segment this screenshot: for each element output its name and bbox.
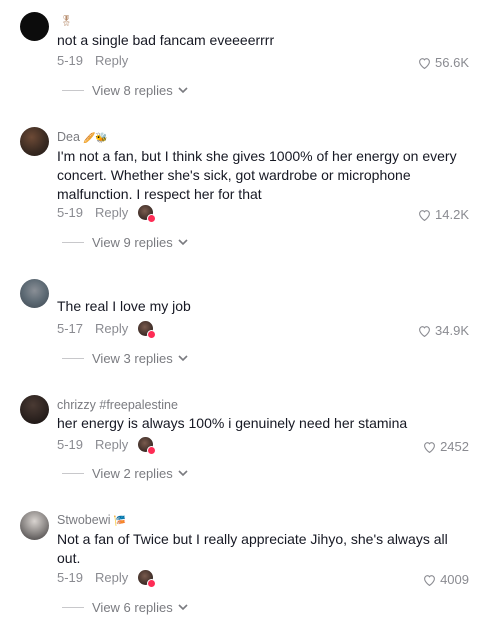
comment-date: 5-19 (57, 205, 84, 220)
like-button[interactable]: 56.6K (418, 55, 469, 70)
heart-outline-icon (419, 209, 430, 221)
comment-meta: 5-19 Reply (57, 205, 157, 223)
reply-button[interactable]: Reply (95, 321, 128, 336)
user-badge-icon: 🎏 (113, 516, 126, 527)
avatar[interactable] (20, 127, 49, 156)
avatar[interactable] (20, 395, 49, 424)
heart-outline-icon (424, 574, 435, 586)
reply-button[interactable]: Reply (95, 437, 128, 452)
view-replies-button[interactable]: View 8 replies (62, 83, 188, 98)
like-count: 14.2K (435, 207, 469, 222)
reply-button[interactable]: Reply (95, 53, 128, 68)
comment-text: Not a fan of Twice but I really apprecia… (57, 531, 448, 566)
comment-username[interactable]: Stwobewi 🎏 (57, 513, 126, 527)
reply-button[interactable]: Reply (95, 570, 128, 585)
creator-liked-avatar-icon (138, 570, 157, 588)
divider (62, 358, 84, 359)
like-count: 4009 (440, 572, 469, 587)
comment-text: I'm not a fan, but I think she gives 100… (57, 148, 457, 202)
heart-badge-icon (147, 579, 157, 588)
heart-badge-icon (147, 214, 157, 223)
comment-text: not a single bad fancam eveeeerrrr (57, 32, 275, 48)
comment-date: 5-17 (57, 321, 84, 336)
comment-username[interactable]: 🎖 (57, 13, 73, 27)
heart-badge-icon (147, 330, 157, 339)
like-count: 34.9K (435, 323, 469, 338)
comment-text: her energy is always 100% i genuinely ne… (57, 415, 408, 431)
creator-liked-avatar-icon (138, 437, 157, 455)
view-replies-label[interactable]: View 8 replies (92, 83, 173, 98)
user-badge-icon: 🎖 (60, 16, 73, 27)
divider (62, 473, 84, 474)
heart-badge-icon (147, 446, 157, 455)
divider (62, 90, 84, 91)
comment-meta: 5-19 Reply (57, 53, 138, 68)
comment-meta: 5-19 Reply (57, 570, 157, 588)
divider (62, 242, 84, 243)
avatar[interactable] (20, 12, 49, 41)
view-replies-button[interactable]: View 3 replies (62, 351, 188, 366)
view-replies-button[interactable]: View 2 replies (62, 466, 188, 481)
like-button[interactable]: 2452 (423, 439, 469, 454)
like-button[interactable]: 14.2K (418, 207, 469, 222)
comment-username[interactable]: chrizzy #freepalestine (57, 398, 178, 412)
comment-text: The real I love my job (57, 298, 191, 314)
view-replies-label[interactable]: View 3 replies (92, 351, 173, 366)
like-count: 2452 (440, 439, 469, 454)
comment-date: 5-19 (57, 570, 84, 585)
view-replies-button[interactable]: View 9 replies (62, 235, 188, 250)
like-button[interactable]: 4009 (423, 572, 469, 587)
divider (62, 607, 84, 608)
reply-button[interactable]: Reply (95, 205, 128, 220)
chevron-down-icon (178, 355, 188, 362)
comment-username[interactable]: Dea 🥖🐝 (57, 130, 108, 144)
avatar[interactable] (20, 511, 49, 540)
comment-meta: 5-19 Reply (57, 437, 157, 455)
chevron-down-icon (178, 470, 188, 477)
chevron-down-icon (178, 239, 188, 246)
heart-outline-icon (419, 57, 430, 69)
comment-meta: 5-17 Reply (57, 321, 157, 339)
heart-outline-icon (424, 441, 435, 453)
like-count: 56.6K (435, 55, 469, 70)
heart-outline-icon (419, 325, 430, 337)
view-replies-button[interactable]: View 6 replies (62, 600, 188, 615)
comment-date: 5-19 (57, 437, 84, 452)
chevron-down-icon (178, 604, 188, 611)
chevron-down-icon (178, 87, 188, 94)
creator-liked-avatar-icon (138, 321, 157, 339)
view-replies-label[interactable]: View 9 replies (92, 235, 173, 250)
avatar[interactable] (20, 279, 49, 308)
view-replies-label[interactable]: View 2 replies (92, 466, 173, 481)
user-badge-icon: 🥖🐝 (82, 133, 108, 144)
creator-liked-avatar-icon (138, 205, 157, 223)
comment-date: 5-19 (57, 53, 84, 68)
view-replies-label[interactable]: View 6 replies (92, 600, 173, 615)
like-button[interactable]: 34.9K (418, 323, 469, 338)
